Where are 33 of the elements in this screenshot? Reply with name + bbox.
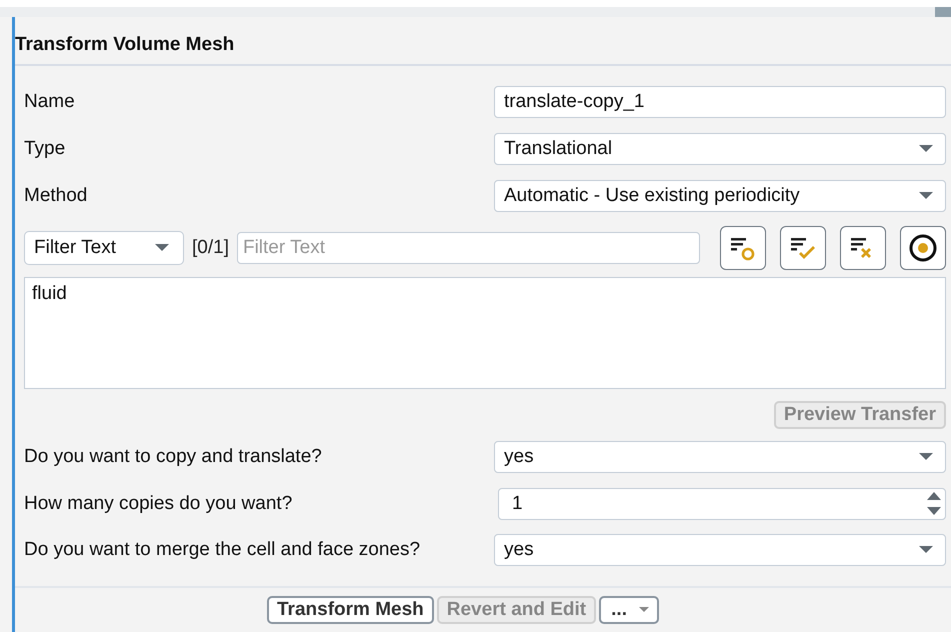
selection-count: [0/1] (192, 237, 229, 259)
dropdown[interactable]: Translational (494, 132, 946, 164)
caret-icon (919, 192, 933, 200)
caret-icon (919, 546, 933, 554)
list-action-button[interactable] (720, 226, 766, 270)
question-label: Do you want to copy and translate? (24, 446, 323, 468)
caret-icon (919, 453, 933, 462)
list-action-button[interactable] (780, 226, 826, 270)
more-menu-button[interactable]: ... (599, 596, 659, 624)
filter-field[interactable]: Filter Text (236, 232, 700, 264)
radio-icon (908, 233, 938, 263)
question-label: How many copies do you want? (24, 492, 294, 515)
name-field[interactable]: translate-copy_1 (494, 86, 946, 118)
list-action-button[interactable] (840, 226, 886, 270)
list-item[interactable]: fluid (32, 283, 67, 305)
panel-title: Transform Volume Mesh (15, 17, 951, 66)
caret-icon (155, 244, 169, 252)
filter-mode-dropdown[interactable]: Filter Text (24, 231, 184, 265)
dropdown[interactable]: Automatic - Use existing periodicity (494, 180, 946, 212)
caret-icon (638, 607, 649, 613)
number-spinner[interactable]: 1 (498, 488, 946, 520)
radio-toggle-button[interactable] (900, 226, 946, 270)
resize-grip[interactable] (935, 7, 951, 17)
field-label: Method (24, 184, 88, 206)
list-circle-icon (730, 235, 756, 261)
list-check-icon (790, 235, 816, 261)
action-button[interactable]: Transform Mesh (267, 596, 434, 624)
dropdown[interactable]: yes (494, 534, 946, 566)
field-label: Type (24, 138, 66, 160)
question-label: Do you want to merge the cell and face zones? (24, 539, 422, 562)
caret-icon (919, 144, 933, 152)
dropdown[interactable]: yes (494, 441, 946, 474)
field-label: Name (24, 90, 76, 112)
